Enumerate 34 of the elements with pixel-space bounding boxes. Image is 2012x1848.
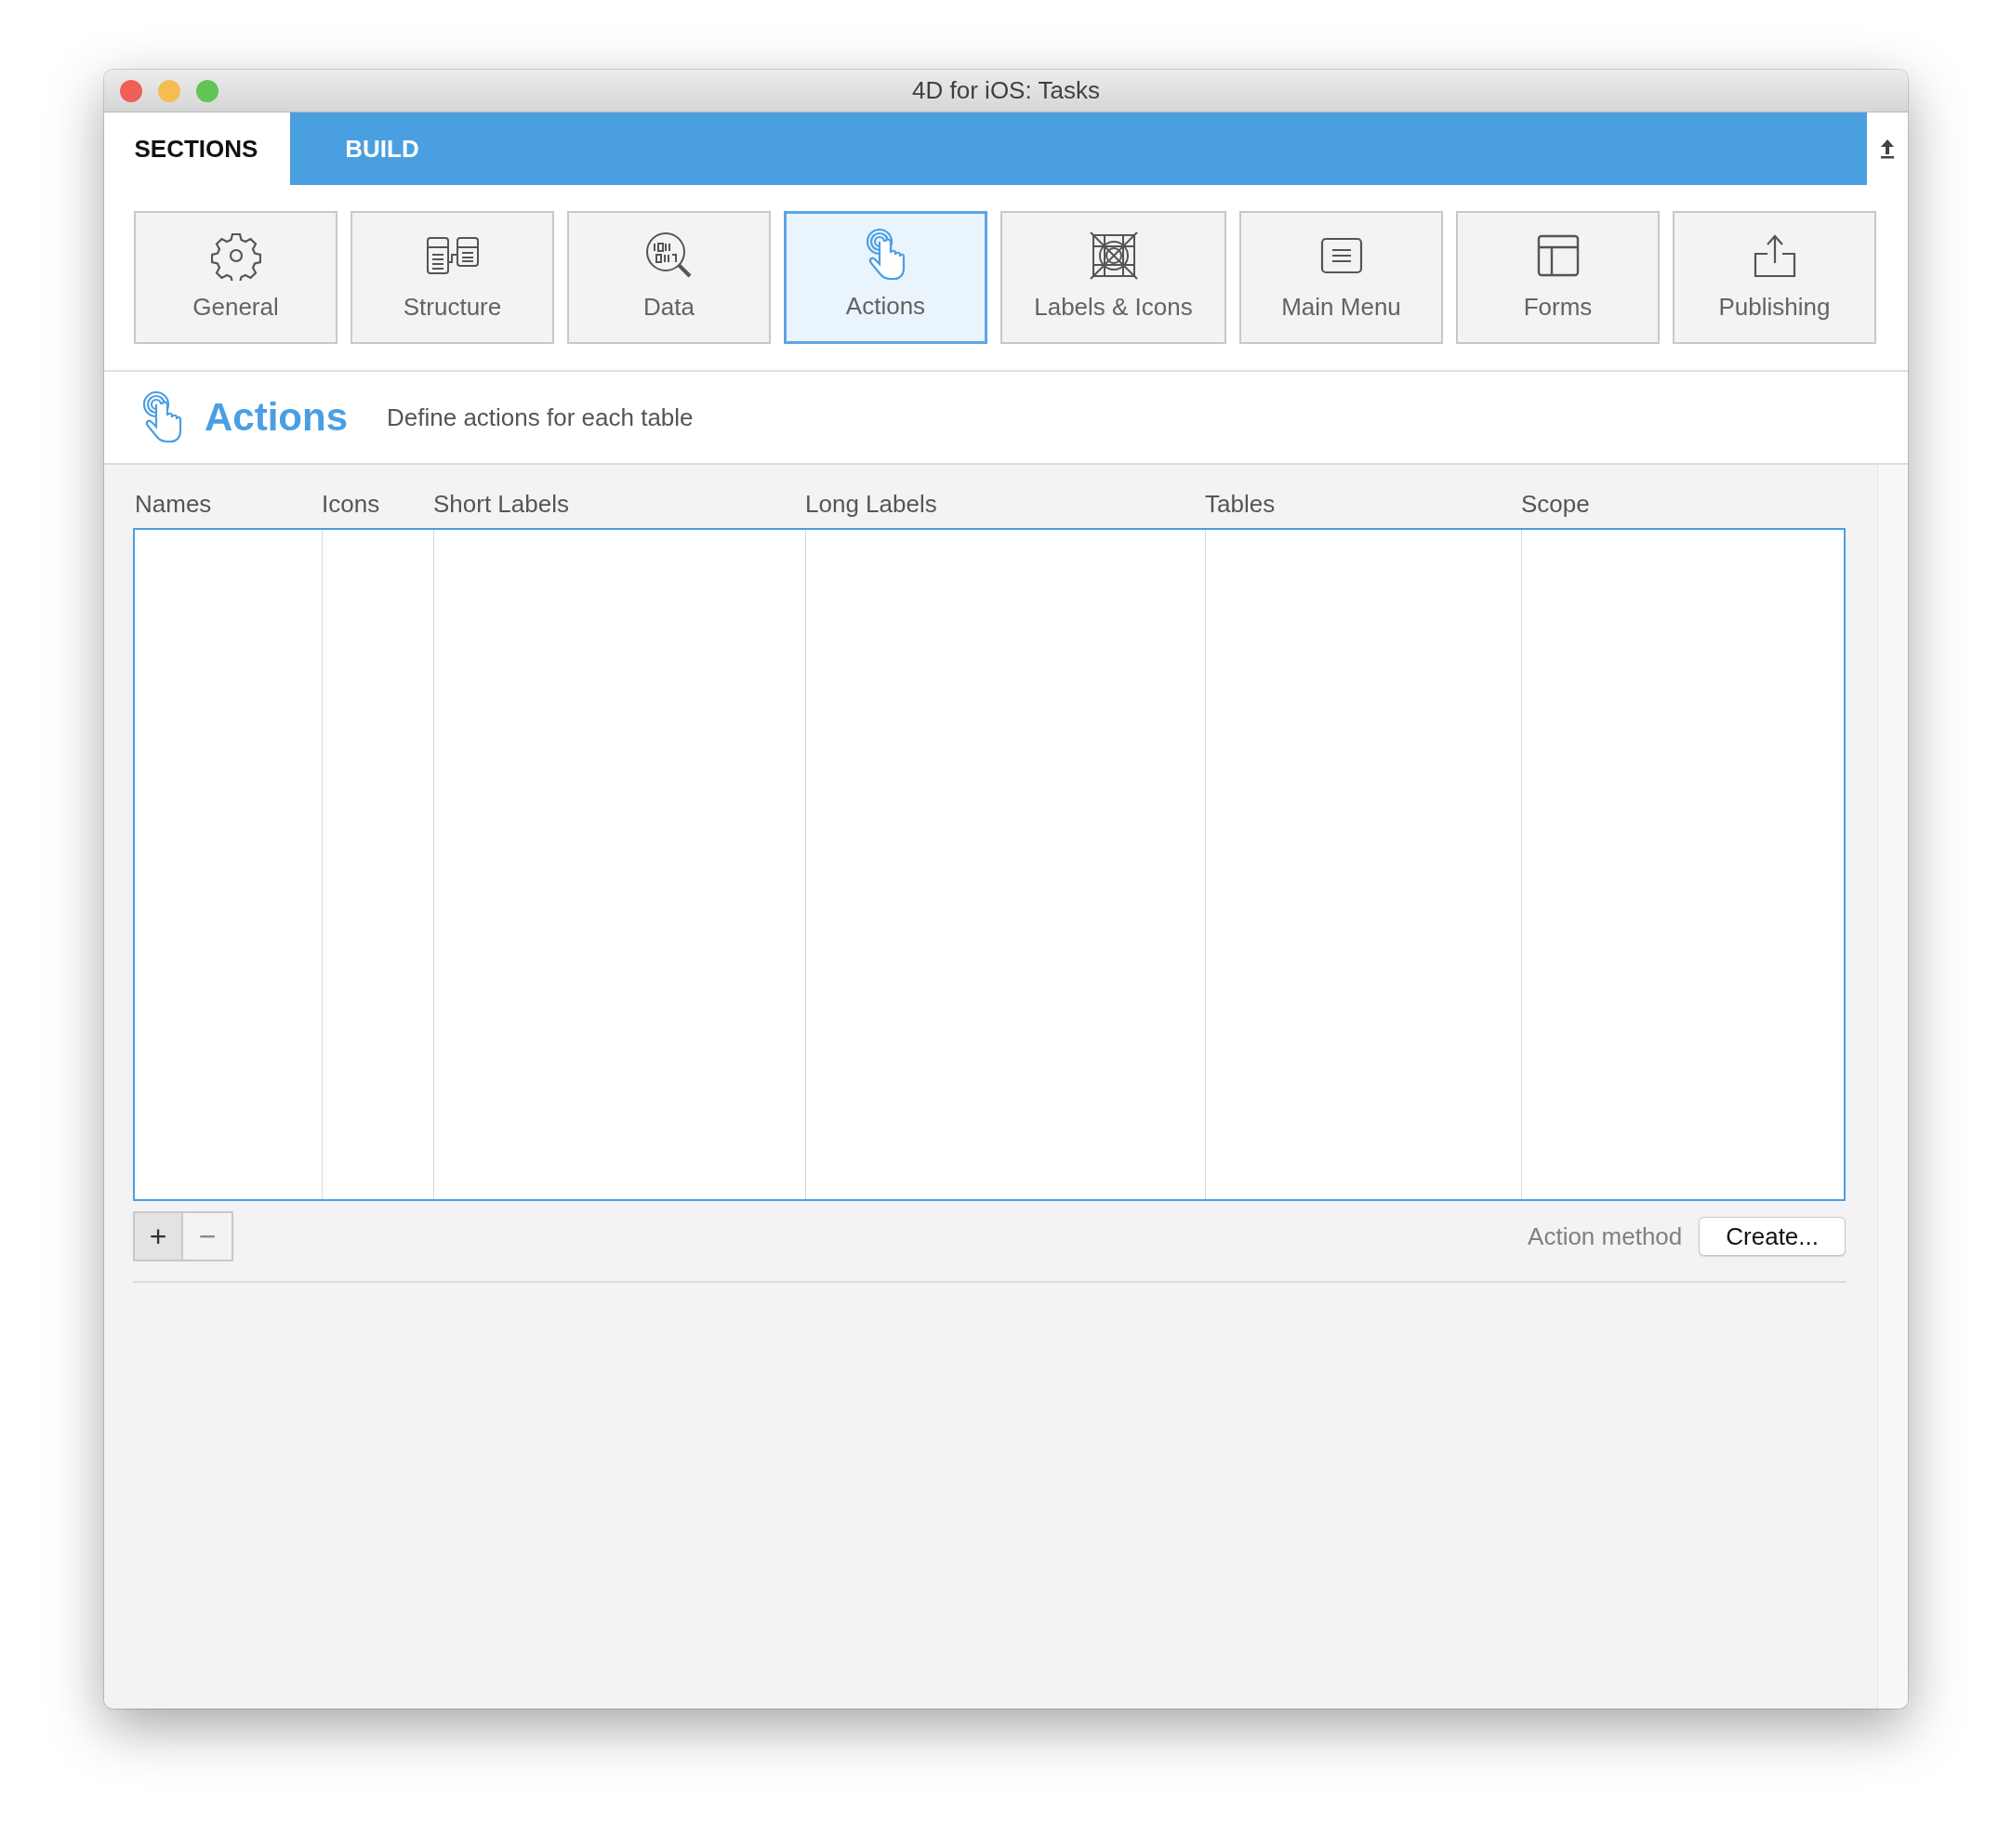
gear-icon — [210, 231, 261, 281]
column-header: Scope — [1520, 489, 1591, 519]
column-header: Icons — [321, 489, 381, 519]
tab[interactable]: BUILD — [290, 112, 476, 185]
add-button[interactable]: + — [133, 1211, 183, 1261]
section-title: Actions — [205, 395, 348, 440]
tab[interactable]: SECTIONS — [104, 112, 290, 185]
touch-icon — [864, 229, 907, 281]
touch-icon — [141, 391, 184, 443]
layout-icon — [1536, 234, 1580, 277]
section-button[interactable]: Labels & Icons — [1000, 211, 1226, 344]
column-header: Long Labels — [804, 489, 938, 519]
section-description: Define actions for each table — [387, 403, 694, 432]
structure-icon — [425, 236, 480, 275]
window-title: 4D for iOS: Tasks — [912, 76, 1100, 104]
create-button[interactable]: Create... — [1699, 1217, 1846, 1256]
section-button[interactable]: Structure — [351, 211, 554, 344]
column-header: Names — [134, 489, 213, 519]
actions-table[interactable] — [133, 528, 1846, 1201]
close-button[interactable] — [120, 79, 142, 102]
column-header: Short Labels — [432, 489, 570, 519]
section-button[interactable]: Forms — [1456, 211, 1660, 344]
column-header: Tables — [1204, 489, 1277, 519]
section-button[interactable]: General — [134, 211, 338, 344]
section-button[interactable]: Publishing — [1673, 211, 1876, 344]
section-button[interactable]: Main Menu — [1239, 211, 1443, 344]
field-label: Action method — [1528, 1221, 1683, 1251]
minimize-button[interactable] — [158, 79, 180, 102]
menu-icon — [1319, 237, 1363, 274]
grid-icon — [1089, 231, 1138, 280]
section-button[interactable]: Data — [567, 211, 771, 344]
zoom-button[interactable] — [196, 79, 218, 102]
section-button[interactable]: Actions — [784, 211, 987, 344]
upload-icon[interactable] — [1879, 138, 1896, 160]
